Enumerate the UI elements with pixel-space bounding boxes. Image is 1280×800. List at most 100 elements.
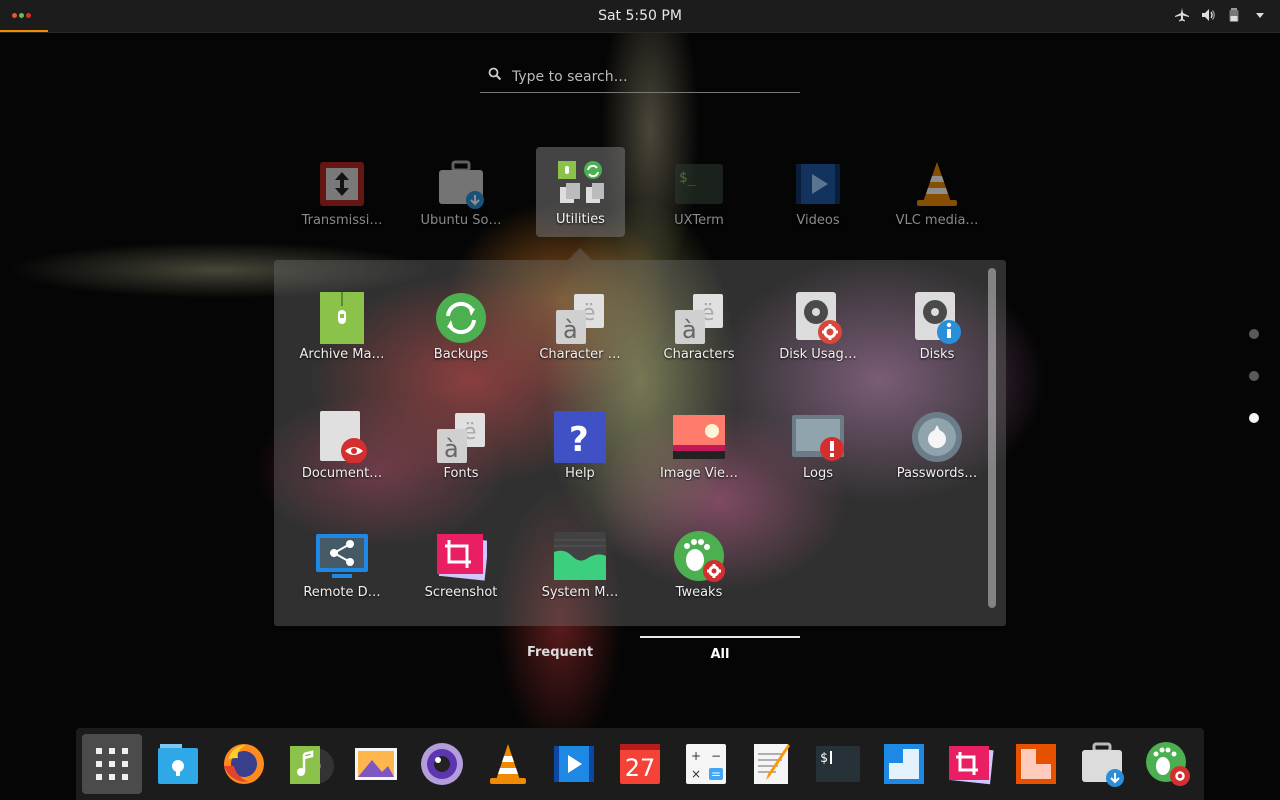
app-archive-manager[interactable]: Archive Ma… <box>292 282 392 372</box>
dock-software[interactable] <box>1078 740 1126 788</box>
svg-text:27: 27 <box>625 754 656 782</box>
camera-icon <box>421 743 463 785</box>
folder-scrollbar[interactable] <box>988 268 996 608</box>
app-help[interactable]: ? Help <box>530 401 630 491</box>
app-character-map[interactable]: ëà Character … <box>530 282 630 372</box>
app-label: Document… <box>301 466 383 481</box>
app-label: Transmissi… <box>301 213 383 228</box>
dock-videos[interactable] <box>550 740 598 788</box>
app-ubuntu-software[interactable]: Ubuntu So… <box>411 148 511 238</box>
page-indicator-2[interactable] <box>1249 371 1259 381</box>
page-indicator-3[interactable] <box>1249 413 1259 423</box>
tweaks-icon <box>1146 742 1190 786</box>
videos-icon <box>554 746 594 782</box>
dock-terminal[interactable]: $ <box>814 740 862 788</box>
dock-calculator[interactable]: + − × = <box>682 740 730 788</box>
svg-text:=: = <box>711 767 721 781</box>
app-label: Ubuntu So… <box>420 213 502 228</box>
dock-tweaks[interactable] <box>1144 740 1192 788</box>
dock-screenshot[interactable] <box>946 740 994 788</box>
screenshot-icon <box>437 534 487 581</box>
software-center-icon <box>439 160 484 209</box>
system-monitor-icon <box>554 532 606 580</box>
app-label: Videos <box>796 213 840 228</box>
dock-text-editor[interactable] <box>748 740 796 788</box>
app-transmission[interactable]: Transmissi… <box>292 148 392 238</box>
chevron-down-icon[interactable] <box>1252 7 1268 23</box>
app-remote-desktop[interactable]: Remote D… <box>292 520 392 610</box>
app-document-viewer[interactable]: Document… <box>292 401 392 491</box>
app-screenshot[interactable]: Screenshot <box>411 520 511 610</box>
text-editor-icon <box>754 744 790 784</box>
dock-firefox[interactable] <box>220 740 268 788</box>
software-center-icon <box>1082 742 1124 787</box>
svg-text:×: × <box>691 767 701 781</box>
app-vlc[interactable]: VLC media… <box>887 148 987 238</box>
app-label: Help <box>565 466 595 481</box>
search-box[interactable] <box>480 62 800 93</box>
app-logs[interactable]: Logs <box>768 401 868 491</box>
svg-text:−: − <box>711 749 721 763</box>
vlc-icon <box>490 744 526 784</box>
dock: 27 + − × = $ <box>76 728 1204 800</box>
dock-image-viewer[interactable] <box>352 740 400 788</box>
app-passwords[interactable]: Passwords… <box>887 401 987 491</box>
dock-cheese[interactable] <box>418 740 466 788</box>
app-system-monitor[interactable]: System M… <box>530 520 630 610</box>
document-viewer-icon <box>320 411 367 463</box>
app-label: Image Vie… <box>659 466 739 481</box>
app-image-viewer[interactable]: Image Vie… <box>649 401 749 491</box>
app-videos[interactable]: Videos <box>768 148 868 238</box>
dock-vlc[interactable] <box>484 740 532 788</box>
show-applications-button[interactable] <box>82 734 142 794</box>
image-viewer-icon <box>673 415 725 459</box>
tab-frequent[interactable]: Frequent <box>480 636 640 666</box>
calculator-icon: + −× = <box>686 744 726 784</box>
app-label: Characters <box>663 347 735 362</box>
videos-icon <box>796 164 840 204</box>
app-label: Disks <box>919 347 955 362</box>
activities-indicator <box>0 30 48 32</box>
app-characters[interactable]: ëà Characters <box>649 282 749 372</box>
terminal-icon: $_ <box>675 164 723 204</box>
app-label: Screenshot <box>424 585 498 600</box>
dock-files[interactable] <box>154 740 202 788</box>
firefox-icon <box>224 744 264 784</box>
app-label: Backups <box>433 347 489 362</box>
airplane-mode-icon[interactable] <box>1174 7 1190 23</box>
volume-icon[interactable] <box>1200 7 1216 23</box>
dock-window[interactable] <box>880 740 928 788</box>
top-bar: Sat 5:50 PM <box>0 0 1280 33</box>
page-indicator-1[interactable] <box>1249 329 1259 339</box>
dock-presentation[interactable] <box>1012 740 1060 788</box>
system-tray[interactable] <box>1174 7 1268 23</box>
dock-music[interactable] <box>286 740 334 788</box>
app-disk-usage[interactable]: Disk Usag… <box>768 282 868 372</box>
tab-all[interactable]: All <box>640 636 800 666</box>
window-icon <box>884 744 924 784</box>
remote-desktop-icon <box>316 534 368 578</box>
app-label: Logs <box>803 466 833 481</box>
search-icon <box>488 67 502 81</box>
terminal-icon: $ <box>816 746 860 782</box>
show-apps-icon <box>96 748 128 780</box>
app-uxterm[interactable]: $_ UXTerm <box>649 148 749 238</box>
search-input[interactable] <box>510 64 794 90</box>
app-label: Archive Ma… <box>299 347 385 362</box>
clock[interactable]: Sat 5:50 PM <box>0 8 1280 24</box>
app-label: Fonts <box>443 466 479 481</box>
folder-utilities[interactable]: Utilities <box>536 147 625 237</box>
app-label: System M… <box>541 585 619 600</box>
app-label: VLC media… <box>895 213 979 228</box>
battery-icon[interactable] <box>1226 7 1242 23</box>
app-tweaks[interactable]: Tweaks <box>649 520 749 610</box>
logs-icon <box>792 415 844 461</box>
app-label: Tweaks <box>675 585 723 600</box>
app-backups[interactable]: Backups <box>411 282 511 372</box>
app-fonts[interactable]: ëà Fonts <box>411 401 511 491</box>
disk-usage-icon <box>796 292 842 344</box>
app-disks[interactable]: Disks <box>887 282 987 372</box>
svg-text:$_: $_ <box>679 170 696 186</box>
app-label: Passwords… <box>896 466 978 481</box>
dock-calendar[interactable]: 27 <box>616 740 664 788</box>
